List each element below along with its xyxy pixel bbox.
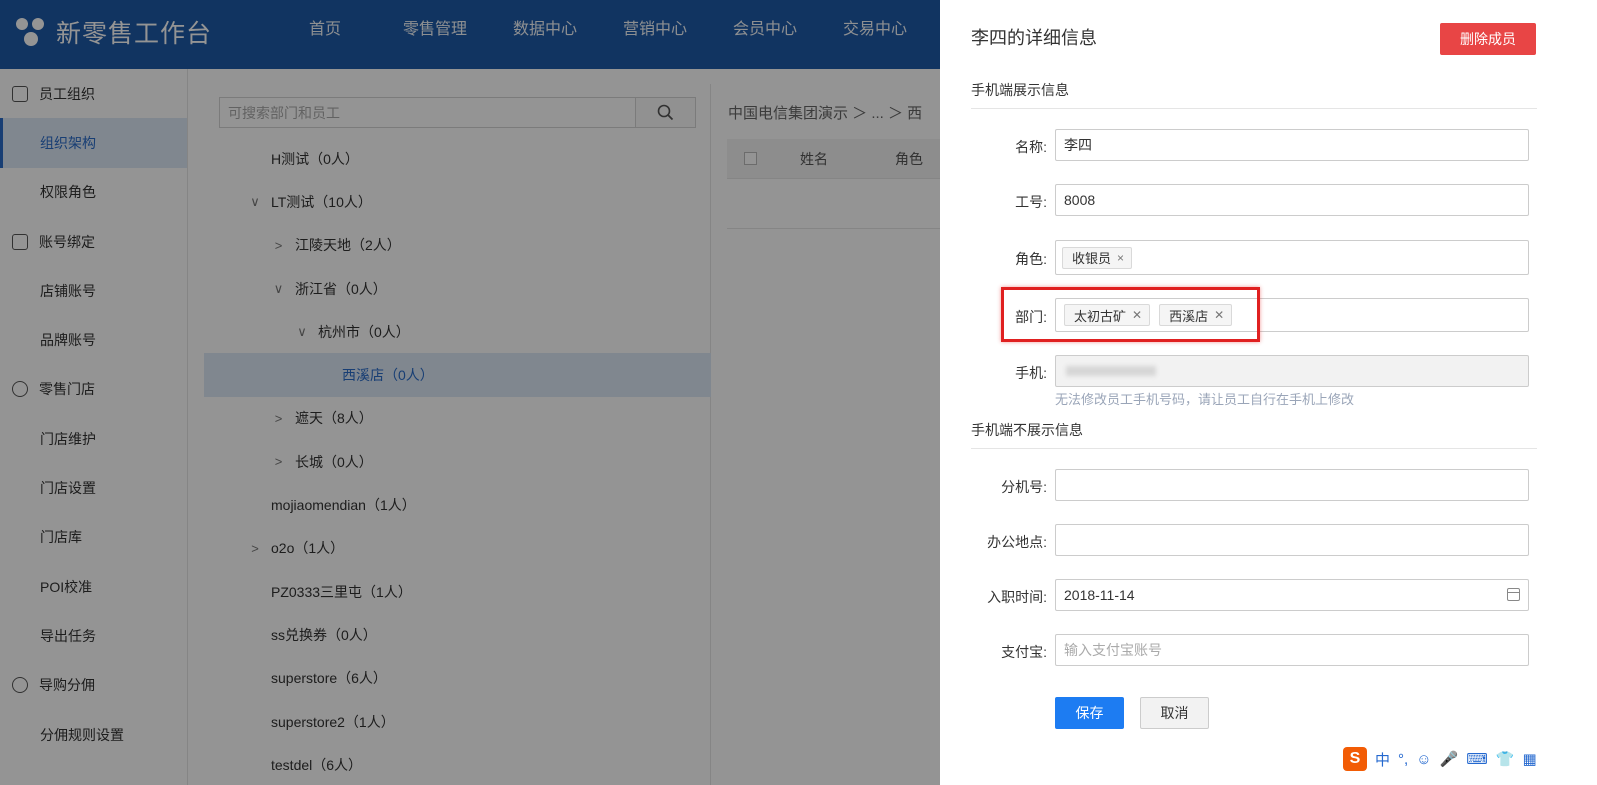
phone-label: 手机:	[1015, 365, 1047, 381]
ime-chinese-mode-icon[interactable]: 中	[1375, 749, 1390, 770]
calendar-icon[interactable]	[1507, 588, 1520, 601]
name-label: 名称:	[1015, 139, 1047, 155]
ime-toolbar: S 中 °, ☺ 🎤 ⌨ 👕 ▦	[1340, 744, 1597, 774]
close-icon[interactable]: ×	[1117, 251, 1124, 265]
sogou-ime-logo-icon[interactable]: S	[1343, 747, 1367, 771]
phone-field-disabled	[1055, 355, 1529, 387]
phone-hint: 无法修改员工手机号码，请让员工自行在手机上修改	[1055, 392, 1355, 407]
ime-voice-icon[interactable]: 🎤	[1440, 750, 1459, 768]
role-tag-label: 收银员	[1072, 251, 1112, 266]
alipay-field[interactable]	[1055, 634, 1529, 666]
hire-date-value: 2018-11-14	[1064, 587, 1135, 603]
office-field[interactable]	[1055, 524, 1529, 556]
role-label: 角色:	[1015, 251, 1047, 267]
ime-keyboard-icon[interactable]: ⌨	[1466, 750, 1488, 768]
ime-punctuation-icon[interactable]: °,	[1398, 751, 1408, 768]
employee-no-field[interactable]	[1055, 184, 1529, 216]
role-tag: 收银员 ×	[1062, 246, 1133, 269]
modal-overlay[interactable]	[0, 0, 940, 785]
section-title-mobile-visible: 手机端展示信息	[971, 80, 1537, 109]
ime-emoji-icon[interactable]: ☺	[1416, 751, 1431, 768]
cancel-button[interactable]: 取消	[1140, 697, 1209, 729]
ext-label: 分机号:	[1001, 479, 1047, 495]
alipay-label: 支付宝:	[1001, 644, 1047, 660]
save-button[interactable]: 保存	[1055, 697, 1124, 729]
name-field[interactable]	[1055, 129, 1529, 161]
office-label: 办公地点:	[987, 534, 1047, 550]
ime-menu-icon[interactable]: ▦	[1523, 750, 1537, 768]
drawer-title: 李四的详细信息	[971, 28, 1097, 48]
highlight-box	[1001, 287, 1260, 342]
ime-skin-icon[interactable]: 👕	[1496, 750, 1515, 768]
member-detail-drawer: 李四的详细信息 删除成员 手机端展示信息 名称: 工号: 角色: 收银员 × 部…	[940, 0, 1597, 785]
phone-value-blurred	[1066, 366, 1156, 376]
hire-date-picker[interactable]: 2018-11-14	[1055, 579, 1529, 611]
role-select[interactable]: 收银员 ×	[1055, 240, 1529, 275]
employee-no-label: 工号:	[1015, 194, 1047, 210]
section-title-mobile-hidden: 手机端不展示信息	[971, 420, 1537, 449]
ext-field[interactable]	[1055, 469, 1529, 501]
hire-date-label: 入职时间:	[987, 589, 1047, 605]
delete-member-button[interactable]: 删除成员	[1440, 23, 1536, 55]
